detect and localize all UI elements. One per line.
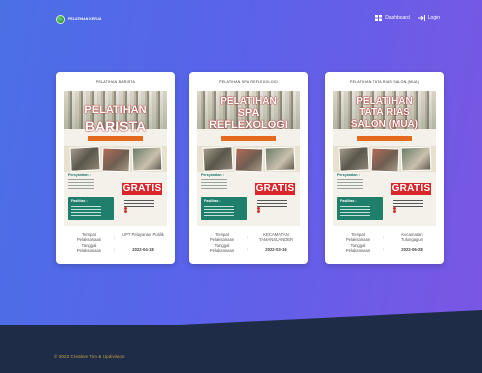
poster-contact [124,200,154,214]
footer-copyright[interactable]: © 2022 Creative Tim & Updivision [54,354,125,359]
poster-requirements-label: Persyaratan : [337,173,360,177]
nav-login-label: Login [427,15,440,21]
poster-thumb-1 [69,146,101,172]
poster-heading-1: PELATIHAN [356,96,413,107]
poster-thumb-3 [131,146,163,172]
date-label: Tanggal Pelaksanaan [76,243,102,254]
date-value: 2022-06-28 [401,247,423,252]
poster-contact [257,200,287,214]
card-title: PELATIHAN BARISTA [95,80,136,84]
login-icon [417,15,425,21]
poster-heading-2: TATA RIAS [359,107,410,118]
poster-thumb-2 [234,147,264,173]
training-details: Tempat Pelaksanaan : Kecamatan Tulungagu… [333,232,436,258]
place-value: Kecamatan Tulungagun [401,232,423,243]
poster-facilities-label: Fasilitas : [340,199,357,203]
card-title: PELATIHAN SPA REFLEXOLOGI [219,80,278,84]
poster-info: Persyaratan : GRATIS Fasilitas : [68,173,163,223]
training-poster[interactable]: PELATIHAN TATA RIAS SALON (MUA) Persyara… [333,91,436,226]
training-card[interactable]: PELATIHAN SPA REFLEXOLOGI PELATIHAN SPA … [189,72,308,264]
nav-dashboard[interactable]: Dashboard [375,15,410,21]
poster-thumb-3 [264,146,296,172]
training-details: Tempat Pelaksanaan : UPT Pelayanan Publi… [64,232,167,258]
poster-requirements-list [68,179,94,191]
poster-free-badge: GRATIS [255,183,295,195]
poster-heading-2: SPA [237,107,260,119]
poster-requirements-list [201,179,227,191]
place-colon: : [247,235,249,240]
place-colon: : [114,235,116,240]
poster-ribbon [88,136,143,141]
poster-requirements-label: Persyaratan : [68,173,91,177]
poster-heading-1: PELATIHAN [220,96,277,107]
top-nav: Dashboard Login [375,15,440,21]
training-poster[interactable]: PELATIHAN BARISTA Persyaratan : GRATIS F… [64,91,167,226]
poster-thumb-3 [400,146,432,172]
poster-requirements-label: Persyaratan : [201,173,224,177]
place-label: Tempat Pelaksanaan [209,232,235,243]
poster-heading-1: PELATIHAN [84,104,147,116]
poster-thumb-2 [101,147,131,173]
dashboard-icon [375,15,383,21]
poster-free-badge: GRATIS [122,183,162,195]
place-label: Tempat Pelaksanaan [345,232,371,243]
date-colon: : [247,247,249,252]
poster-heading-2: BARISTA [84,118,147,134]
site-logo[interactable]: PELATIHAN KERJA [56,15,108,24]
date-value: 2022-03-16 [265,247,287,252]
poster-heading-3: REFLEXOLOGI [209,119,288,131]
training-poster[interactable]: PELATIHAN SPA REFLEXOLOGI Persyaratan : … [197,91,300,226]
nav-login[interactable]: Login [417,15,440,21]
poster-facilities-label: Fasilitas : [204,199,221,203]
poster-thumb-2 [370,147,400,173]
place-colon: : [383,235,385,240]
poster-contact [393,200,423,214]
training-card[interactable]: PELATIHAN BARISTA PELATIHAN BARISTA Pers… [56,72,175,264]
logo-text: PELATIHAN KERJA [68,16,102,21]
footer [0,330,482,373]
poster-facilities-box: Fasilitas : [337,197,383,220]
poster-ribbon [357,136,412,141]
poster-facilities-label: Fasilitas : [71,199,88,203]
poster-ribbon [221,136,276,141]
poster-free-badge: GRATIS [391,183,431,195]
poster-info: Persyaratan : GRATIS Fasilitas : [337,173,432,223]
date-label: Tanggal Pelaksanaan [209,243,235,254]
nav-dashboard-label: Dashboard [385,15,410,21]
logo-icon [56,15,65,24]
poster-thumb-1 [202,146,234,172]
date-colon: : [383,247,385,252]
poster-requirements-list [337,179,363,191]
place-label: Tempat Pelaksanaan [76,232,102,243]
poster-facilities-box: Fasilitas : [68,197,114,220]
date-colon: : [114,247,116,252]
poster-thumb-1 [338,146,370,172]
place-value: KECAMATAN TAMANSLANDER [258,232,294,243]
date-value: 2022-04-18 [132,247,154,252]
poster-info: Persyaratan : GRATIS Fasilitas : [201,173,296,223]
poster-facilities-box: Fasilitas : [201,197,247,220]
place-value: UPT Pelayanan Publik [122,232,164,237]
poster-heading-3: SALON (MUA) [350,119,419,130]
training-card[interactable]: PELATIHAN TATA RIAS SALON (MUA) PELATIHA… [325,72,444,264]
date-label: Tanggal Pelaksanaan [345,243,371,254]
card-title: PELATIHAN TATA RIAS SALON (MUA) [350,80,419,84]
training-details: Tempat Pelaksanaan : KECAMATAN TAMANSLAN… [197,232,300,258]
